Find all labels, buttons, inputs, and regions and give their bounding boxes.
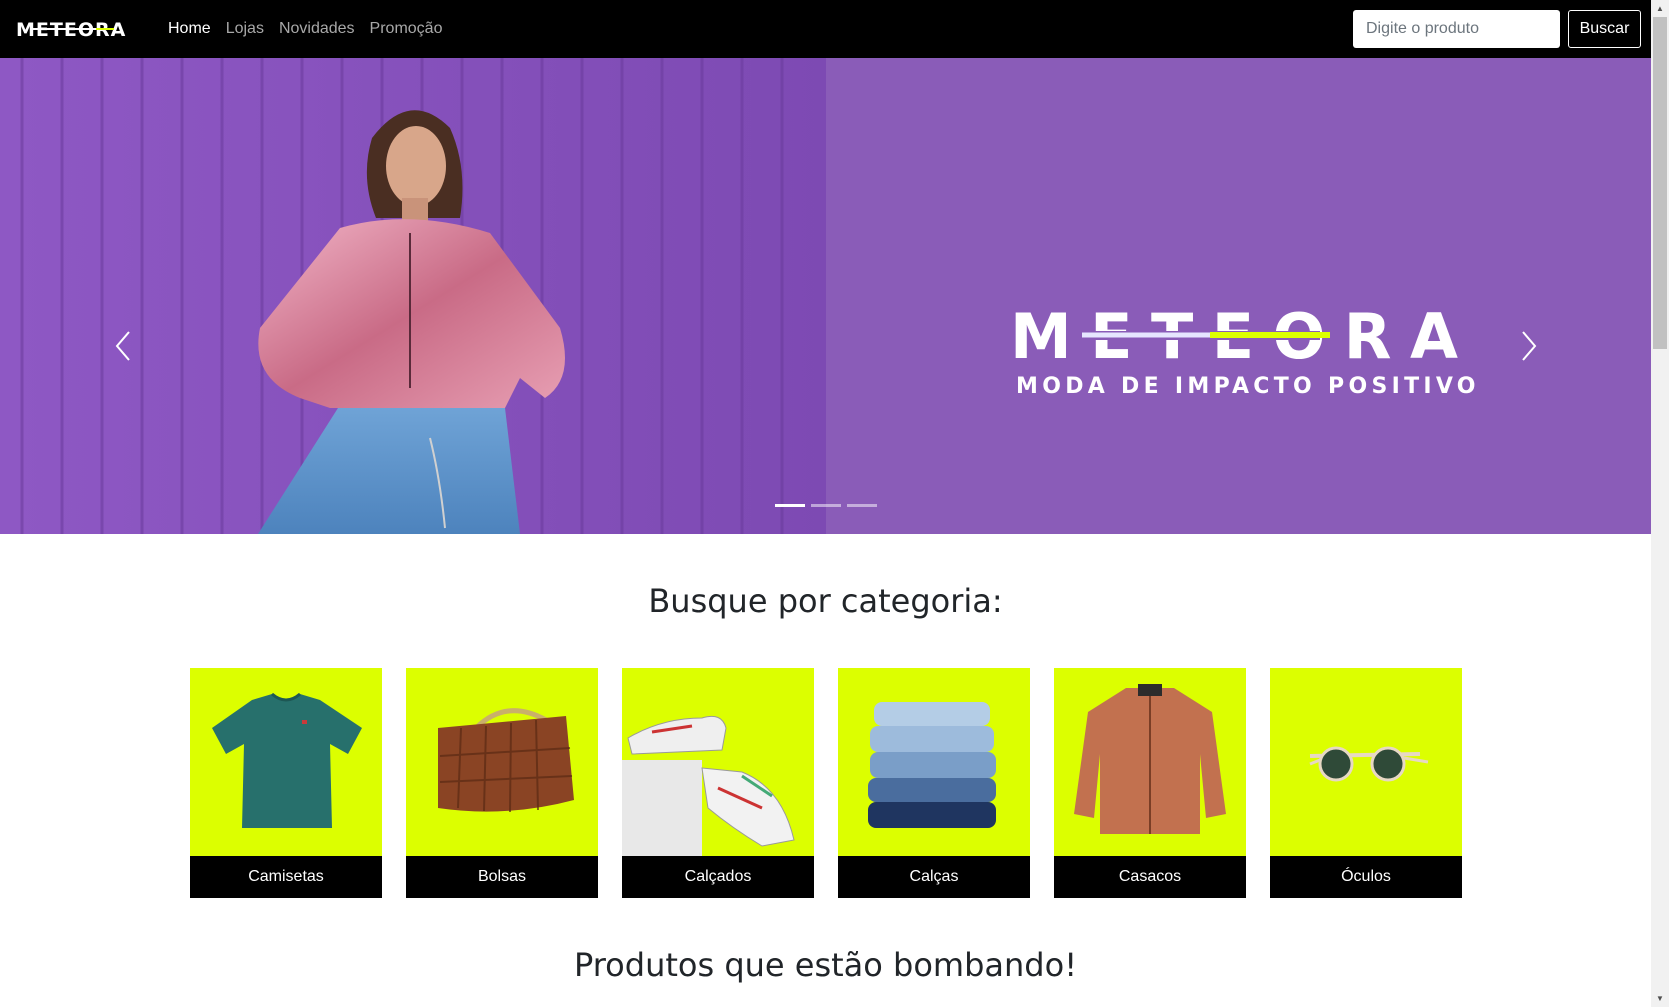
search-input[interactable] — [1353, 10, 1560, 48]
nav-link-home[interactable]: Home — [168, 20, 211, 38]
sunglasses-icon — [1309, 746, 1429, 782]
category-card-camisetas[interactable]: Camisetas — [190, 668, 382, 898]
carousel-indicator-3[interactable] — [847, 504, 877, 507]
jeans-icon — [868, 702, 996, 828]
hero-brand-panel — [826, 58, 1651, 534]
category-label: Calçados — [622, 856, 814, 898]
carousel-indicator-2[interactable] — [811, 504, 841, 507]
category-grid: Camisetas Bolsas Calçados Calças Casacos… — [190, 668, 1462, 898]
carousel-indicators — [775, 504, 877, 507]
category-card-bolsas[interactable]: Bolsas — [406, 668, 598, 898]
chevron-left-icon — [115, 331, 130, 361]
navbar: METEORA Home Lojas Novidades Promoção Bu… — [0, 0, 1651, 58]
scrollbar-thumb[interactable] — [1653, 17, 1667, 349]
carousel-indicator-1[interactable] — [775, 504, 805, 507]
brand-logo[interactable]: METEORA — [16, 18, 142, 40]
hero-logo: METEORA — [1010, 306, 1458, 366]
scroll-up-arrow-icon[interactable]: ▲ — [1651, 0, 1669, 17]
carousel-prev-button[interactable] — [109, 328, 139, 364]
category-label: Casacos — [1054, 856, 1246, 898]
scroll-down-arrow-icon[interactable]: ▼ — [1651, 990, 1669, 1007]
category-label: Bolsas — [406, 856, 598, 898]
hero-photo — [0, 58, 826, 534]
bag-icon — [438, 708, 574, 813]
category-label: Calças — [838, 856, 1030, 898]
hero-carousel: METEORA MODA DE IMPACTO POSITIVO — [0, 58, 1651, 534]
category-card-calcas[interactable]: Calças — [838, 668, 1030, 898]
tshirt-icon — [212, 692, 362, 828]
carousel-next-button[interactable] — [1513, 328, 1543, 364]
scrollbar[interactable]: ▲ ▼ — [1651, 0, 1669, 1007]
hero-tagline: MODA DE IMPACTO POSITIVO — [1016, 374, 1480, 399]
chevron-right-icon — [1522, 331, 1537, 361]
categories-title: Busque por categoria: — [648, 582, 1003, 620]
category-card-casacos[interactable]: Casacos — [1054, 668, 1246, 898]
products-title: Produtos que estão bombando! — [573, 946, 1078, 984]
nav-links: Home Lojas Novidades Promoção — [168, 0, 442, 58]
sneakers-icon — [622, 715, 795, 856]
jacket-icon — [1074, 684, 1226, 834]
nav-link-lojas[interactable]: Lojas — [226, 20, 264, 38]
nav-link-promocao[interactable]: Promoção — [370, 20, 443, 38]
category-label: Óculos — [1270, 856, 1462, 898]
search-button[interactable]: Buscar — [1568, 10, 1641, 48]
category-label: Camisetas — [190, 856, 382, 898]
category-card-calcados[interactable]: Calçados — [622, 668, 814, 898]
category-card-oculos[interactable]: Óculos — [1270, 668, 1462, 898]
nav-link-novidades[interactable]: Novidades — [279, 20, 355, 38]
